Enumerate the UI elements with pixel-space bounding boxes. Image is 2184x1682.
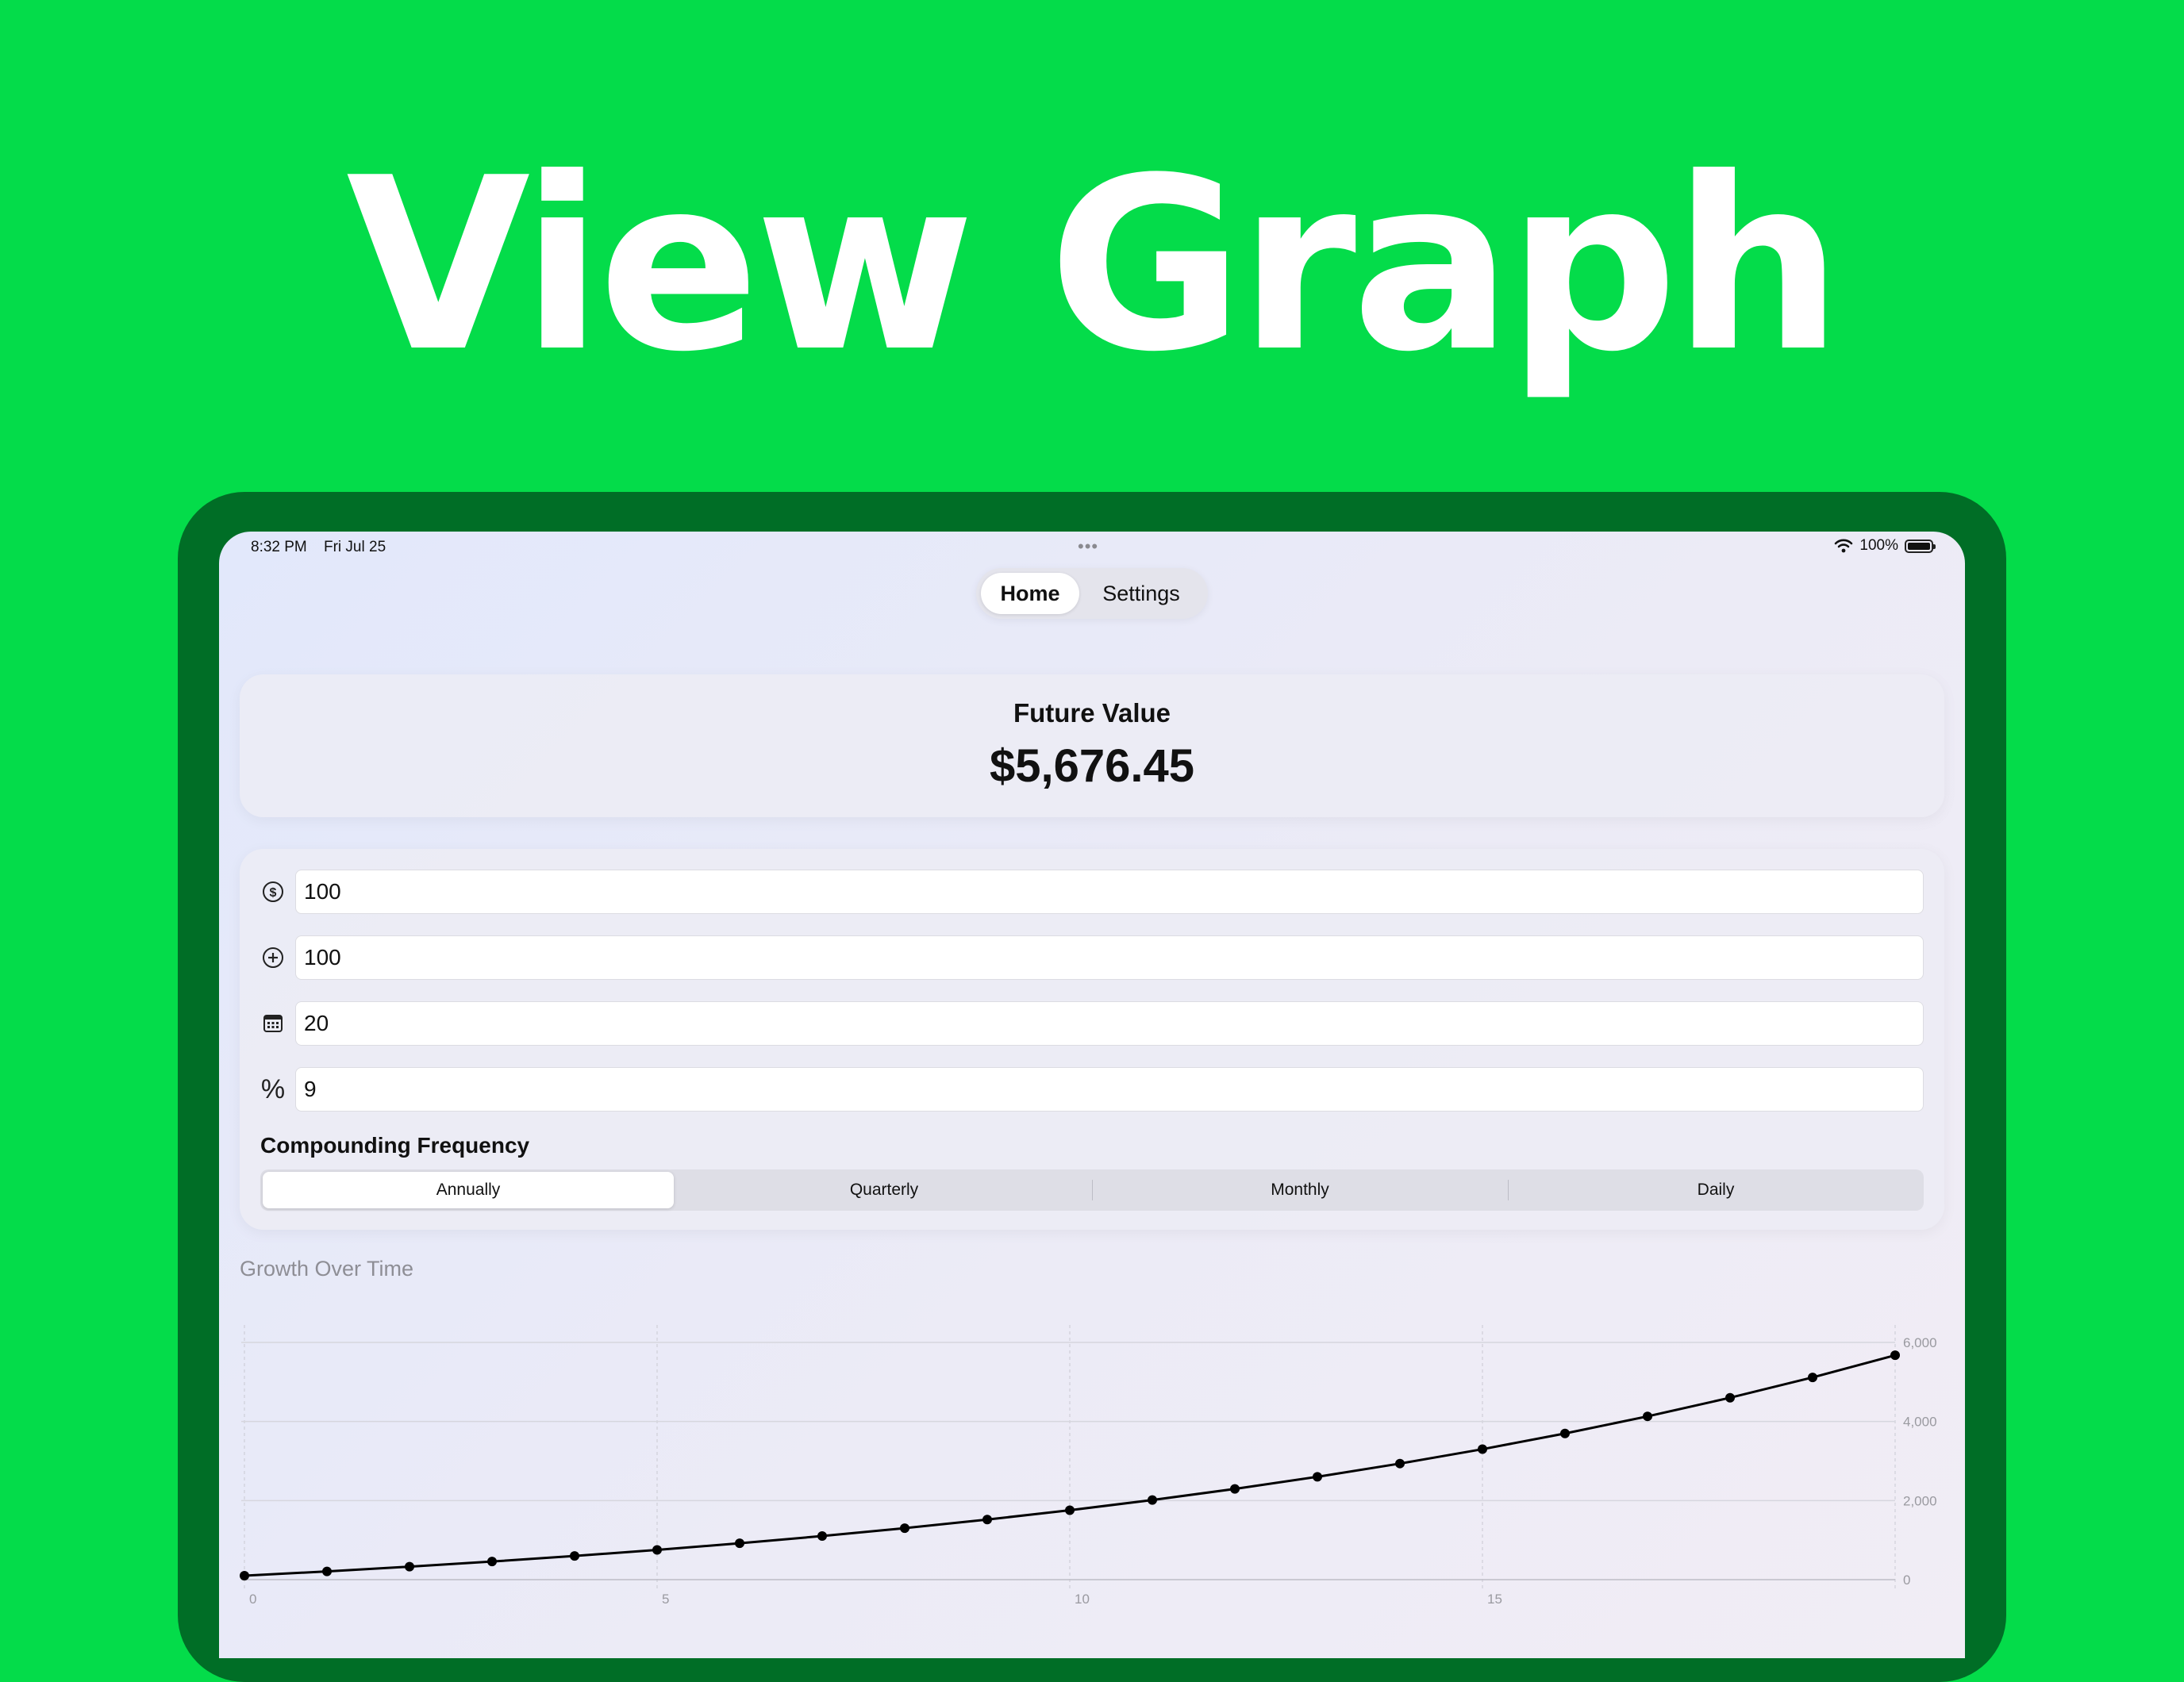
contribution-row <box>240 935 1944 980</box>
tab-home[interactable]: Home <box>981 573 1079 614</box>
future-value-card: Future Value $5,676.45 <box>240 674 1944 817</box>
data-point <box>1230 1484 1240 1494</box>
data-point <box>1725 1392 1735 1403</box>
data-point <box>240 1571 249 1581</box>
data-point <box>1148 1495 1157 1505</box>
status-indicators: 100% <box>1834 537 1936 555</box>
data-point <box>982 1515 992 1525</box>
growth-section-title: Growth Over Time <box>240 1257 414 1281</box>
promo-title: View Graph <box>346 127 1843 404</box>
contribution-input[interactable] <box>295 935 1924 980</box>
rate-input[interactable] <box>295 1067 1924 1112</box>
y-tick-label: 6,000 <box>1903 1335 1937 1350</box>
y-tick-label: 2,000 <box>1903 1493 1937 1508</box>
calendar-icon <box>260 1011 286 1036</box>
initial-amount-input[interactable] <box>295 870 1924 914</box>
wifi-icon <box>1835 539 1853 553</box>
y-tick-label: 4,000 <box>1903 1415 1937 1430</box>
x-tick-label: 10 <box>1075 1592 1090 1607</box>
data-point <box>817 1531 827 1542</box>
tab-bar: Home Settings <box>976 568 1208 619</box>
x-tick-label: 15 <box>1487 1592 1502 1607</box>
data-point <box>1313 1472 1322 1482</box>
future-value-amount: $5,676.45 <box>989 740 1195 792</box>
data-point <box>570 1551 579 1561</box>
segment-quarterly[interactable]: Quarterly <box>679 1172 1090 1208</box>
data-point <box>1395 1458 1405 1469</box>
inputs-card: $ 100 100 20 % 9 Compounding Frequency A… <box>240 849 1944 1230</box>
data-point <box>322 1566 332 1576</box>
segment-annually[interactable]: Annually <box>263 1172 674 1208</box>
data-point <box>1560 1428 1570 1438</box>
y-tick-label: 0 <box>1903 1573 1910 1588</box>
data-point <box>1478 1444 1487 1454</box>
segment-monthly[interactable]: Monthly <box>1094 1172 1505 1208</box>
compounding-frequency-label: Compounding Frequency <box>260 1133 530 1158</box>
multitasking-dots-icon[interactable]: ••• <box>1078 536 1098 557</box>
status-time: 8:32 PM <box>251 539 307 555</box>
data-point <box>1065 1505 1075 1515</box>
compounding-frequency-control: Annually Quarterly Monthly Daily <box>260 1169 1924 1211</box>
segment-divider <box>1092 1180 1093 1200</box>
segment-daily[interactable]: Daily <box>1510 1172 1921 1208</box>
data-point <box>405 1561 414 1572</box>
x-tick-label: 0 <box>249 1592 256 1607</box>
data-point <box>1890 1350 1900 1361</box>
app-screen: 8:32 PM Fri Jul 25 ••• 100% Home Setting… <box>219 532 1965 1658</box>
segment-divider <box>1508 1180 1509 1200</box>
percent-icon: % <box>260 1073 286 1104</box>
battery-icon <box>1905 539 1936 553</box>
rate-row: % <box>240 1067 1944 1112</box>
dollar-circle-icon: $ <box>260 879 286 904</box>
future-value-label: Future Value <box>1013 698 1171 728</box>
data-point <box>900 1523 909 1534</box>
data-point <box>1808 1373 1817 1383</box>
plus-circle-icon <box>260 945 286 970</box>
data-point <box>1643 1411 1652 1422</box>
svg-text:$: $ <box>270 886 277 900</box>
growth-chart: 0 5 10 15 0 2,000 4,000 6,000 <box>240 1325 1937 1607</box>
initial-amount-row: $ <box>240 870 1944 914</box>
battery-percent: 100% <box>1859 537 1898 554</box>
tab-settings[interactable]: Settings <box>1086 573 1197 614</box>
x-tick-label: 5 <box>662 1592 669 1607</box>
data-point <box>652 1545 662 1555</box>
data-point <box>487 1557 497 1567</box>
status-date: Fri Jul 25 <box>324 539 386 555</box>
status-bar: 8:32 PM Fri Jul 25 ••• 100% <box>219 532 1965 563</box>
years-row <box>240 1001 1944 1046</box>
years-input[interactable] <box>295 1001 1924 1046</box>
data-point <box>735 1538 744 1549</box>
